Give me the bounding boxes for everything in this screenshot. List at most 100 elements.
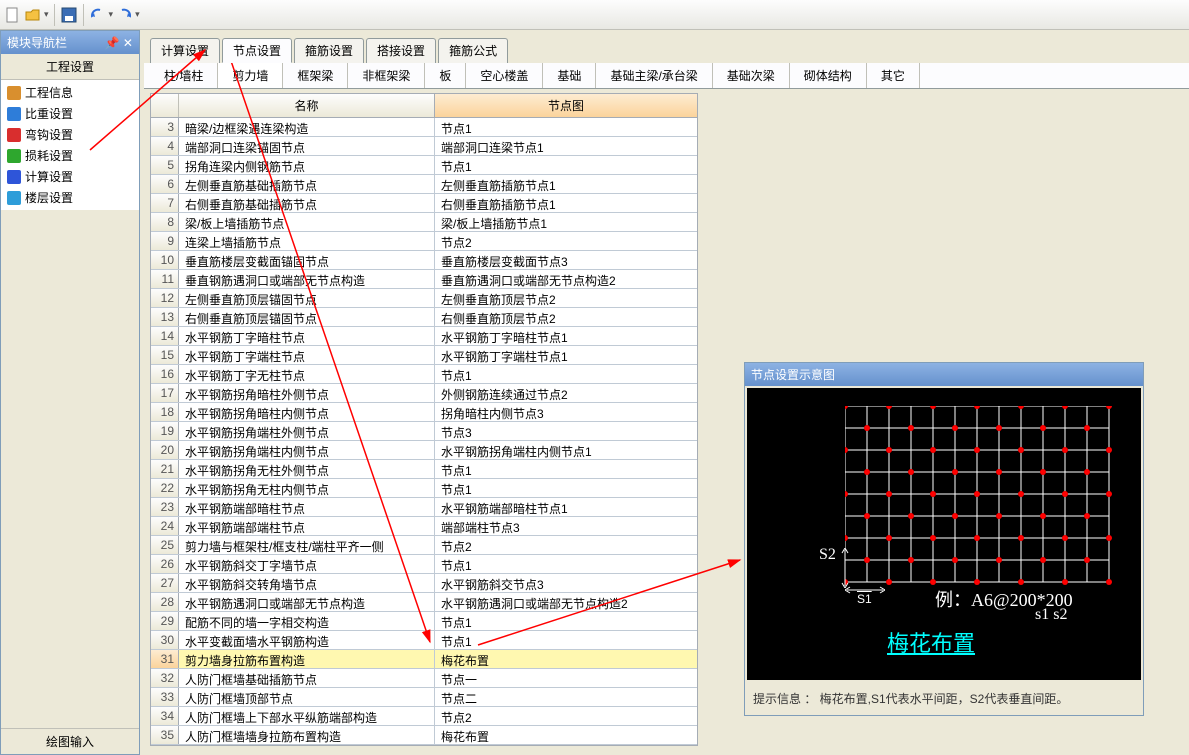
row-value[interactable]: 端部端柱节点3 [435,517,697,535]
subtab-1[interactable]: 剪力墙 [218,63,283,88]
nav-item-1[interactable]: 比重设置 [3,103,137,124]
redo-icon[interactable] [115,6,133,24]
layout-link[interactable]: 梅花布置 [887,626,975,658]
row-value[interactable]: 节点1 [435,156,697,174]
nav-footer[interactable]: 绘图输入 [1,728,139,754]
row-value[interactable]: 垂直筋楼层变截面节点3 [435,251,697,269]
table-row[interactable]: 25剪力墙与框架柱/框支柱/端柱平齐一侧节点2 [151,536,697,555]
table-row[interactable]: 19水平钢筋拐角端柱外侧节点节点3 [151,422,697,441]
subtab-10[interactable]: 其它 [867,63,920,88]
subtab-8[interactable]: 基础次梁 [713,63,790,88]
redo-dropdown[interactable]: ▾ [135,9,140,20]
row-value[interactable]: 水平钢筋丁字暗柱节点1 [435,327,697,345]
row-value[interactable]: 梁/板上墙插筋节点1 [435,213,697,231]
table-row[interactable]: 20水平钢筋拐角端柱内侧节点水平钢筋拐角端柱内侧节点1 [151,441,697,460]
tab-3[interactable]: 搭接设置 [366,38,436,63]
row-value[interactable]: 水平钢筋遇洞口或端部无节点构造2 [435,593,697,611]
table-row[interactable]: 30水平变截面墙水平钢筋构造节点1 [151,631,697,650]
table-row[interactable]: 18水平钢筋拐角暗柱内侧节点拐角暗柱内侧节点3 [151,403,697,422]
nav-pin-icon[interactable]: 📌 ✕ [105,36,133,50]
open-dropdown[interactable]: ▾ [44,9,49,20]
row-value[interactable]: 节点1 [435,555,697,573]
row-value[interactable]: 节点2 [435,707,697,725]
nav-section-title[interactable]: 工程设置 [1,54,139,80]
undo-icon[interactable] [89,6,107,24]
row-value[interactable]: 外侧钢筋连续通过节点2 [435,384,697,402]
tab-2[interactable]: 箍筋设置 [294,38,364,63]
table-row[interactable]: 10垂直筋楼层变截面锚固节点垂直筋楼层变截面节点3 [151,251,697,270]
table-row[interactable]: 21水平钢筋拐角无柱外侧节点节点1 [151,460,697,479]
table-row[interactable]: 14水平钢筋丁字暗柱节点水平钢筋丁字暗柱节点1 [151,327,697,346]
row-value[interactable]: 节点1 [435,365,697,383]
table-row[interactable]: 28水平钢筋遇洞口或端部无节点构造水平钢筋遇洞口或端部无节点构造2 [151,593,697,612]
subtab-7[interactable]: 基础主梁/承台梁 [596,63,712,88]
row-value[interactable]: 梅花布置 [435,726,697,744]
table-row[interactable]: 4端部洞口连梁锚固节点端部洞口连梁节点1 [151,137,697,156]
table-row[interactable]: 29配筋不同的墙一字相交构造节点1 [151,612,697,631]
open-icon[interactable] [24,6,42,24]
table-row[interactable]: 33人防门框墙顶部节点节点二 [151,688,697,707]
table-row[interactable]: 3暗梁/边框梁遇连梁构造节点1 [151,118,697,137]
row-value[interactable]: 左侧垂直筋顶层节点2 [435,289,697,307]
row-value[interactable]: 梅花布置 [435,650,697,668]
table-row[interactable]: 17水平钢筋拐角暗柱外侧节点外侧钢筋连续通过节点2 [151,384,697,403]
row-value[interactable]: 右侧垂直筋顶层节点2 [435,308,697,326]
row-value[interactable]: 节点一 [435,669,697,687]
nav-item-4[interactable]: 计算设置 [3,166,137,187]
table-row[interactable]: 32人防门框墙基础插筋节点节点一 [151,669,697,688]
row-value[interactable]: 节点1 [435,479,697,497]
subtab-9[interactable]: 砌体结构 [790,63,867,88]
row-value[interactable]: 端部洞口连梁节点1 [435,137,697,155]
row-value[interactable]: 节点2 [435,536,697,554]
new-icon[interactable] [4,6,22,24]
table-row[interactable]: 16水平钢筋丁字无柱节点节点1 [151,365,697,384]
row-value[interactable]: 水平钢筋拐角端柱内侧节点1 [435,441,697,459]
table-row[interactable]: 15水平钢筋丁字端柱节点水平钢筋丁字端柱节点1 [151,346,697,365]
row-value[interactable]: 垂直筋遇洞口或端部无节点构造2 [435,270,697,288]
nav-item-0[interactable]: 工程信息 [3,82,137,103]
table-row[interactable]: 23水平钢筋端部暗柱节点水平钢筋端部暗柱节点1 [151,498,697,517]
subtab-4[interactable]: 板 [425,63,466,88]
row-value[interactable]: 节点1 [435,118,697,136]
nav-item-2[interactable]: 弯钩设置 [3,124,137,145]
subtab-2[interactable]: 框架梁 [283,63,348,88]
undo-dropdown[interactable]: ▾ [109,9,114,20]
table-row[interactable]: 9连梁上墙插筋节点节点2 [151,232,697,251]
row-value[interactable]: 节点1 [435,631,697,649]
table-row[interactable]: 22水平钢筋拐角无柱内侧节点节点1 [151,479,697,498]
row-value[interactable]: 右侧垂直筋插筋节点1 [435,194,697,212]
table-row[interactable]: 11垂直钢筋遇洞口或端部无节点构造垂直筋遇洞口或端部无节点构造2 [151,270,697,289]
table-row[interactable]: 8梁/板上墙插筋节点梁/板上墙插筋节点1 [151,213,697,232]
table-row[interactable]: 26水平钢筋斜交丁字墙节点节点1 [151,555,697,574]
tab-0[interactable]: 计算设置 [150,38,220,63]
table-row[interactable]: 6左侧垂直筋基础插筋节点左侧垂直筋插筋节点1 [151,175,697,194]
table-row[interactable]: 5拐角连梁内侧钢筋节点节点1 [151,156,697,175]
table-row[interactable]: 27水平钢筋斜交转角墙节点水平钢筋斜交节点3 [151,574,697,593]
row-value[interactable]: 拐角暗柱内侧节点3 [435,403,697,421]
row-value[interactable]: 水平钢筋丁字端柱节点1 [435,346,697,364]
row-value[interactable]: 节点1 [435,612,697,630]
row-value[interactable]: 节点1 [435,460,697,478]
row-value[interactable]: 左侧垂直筋插筋节点1 [435,175,697,193]
table-row[interactable]: 13右侧垂直筋顶层锚固节点右侧垂直筋顶层节点2 [151,308,697,327]
row-value[interactable]: 水平钢筋端部暗柱节点1 [435,498,697,516]
table-row[interactable]: 12左侧垂直筋顶层锚固节点左侧垂直筋顶层节点2 [151,289,697,308]
table-row[interactable]: 35人防门框墙墙身拉筋布置构造梅花布置 [151,726,697,745]
table-row[interactable]: 24水平钢筋端部端柱节点端部端柱节点3 [151,517,697,536]
subtab-6[interactable]: 基础 [543,63,596,88]
subtab-3[interactable]: 非框架梁 [348,63,425,88]
tab-1[interactable]: 节点设置 [222,38,292,63]
nav-item-3[interactable]: 损耗设置 [3,145,137,166]
table-row[interactable]: 31剪力墙身拉筋布置构造梅花布置 [151,650,697,669]
subtab-5[interactable]: 空心楼盖 [466,63,543,88]
subtab-0[interactable]: 柱/墙柱 [150,63,218,88]
save-icon[interactable] [60,6,78,24]
table-row[interactable]: 7右侧垂直筋基础插筋节点右侧垂直筋插筋节点1 [151,194,697,213]
row-value[interactable]: 节点3 [435,422,697,440]
table-row[interactable]: 34人防门框墙上下部水平纵筋端部构造节点2 [151,707,697,726]
row-value[interactable]: 节点二 [435,688,697,706]
row-value[interactable]: 水平钢筋斜交节点3 [435,574,697,592]
tab-4[interactable]: 箍筋公式 [438,38,508,63]
nav-item-5[interactable]: 楼层设置 [3,187,137,208]
row-value[interactable]: 节点2 [435,232,697,250]
